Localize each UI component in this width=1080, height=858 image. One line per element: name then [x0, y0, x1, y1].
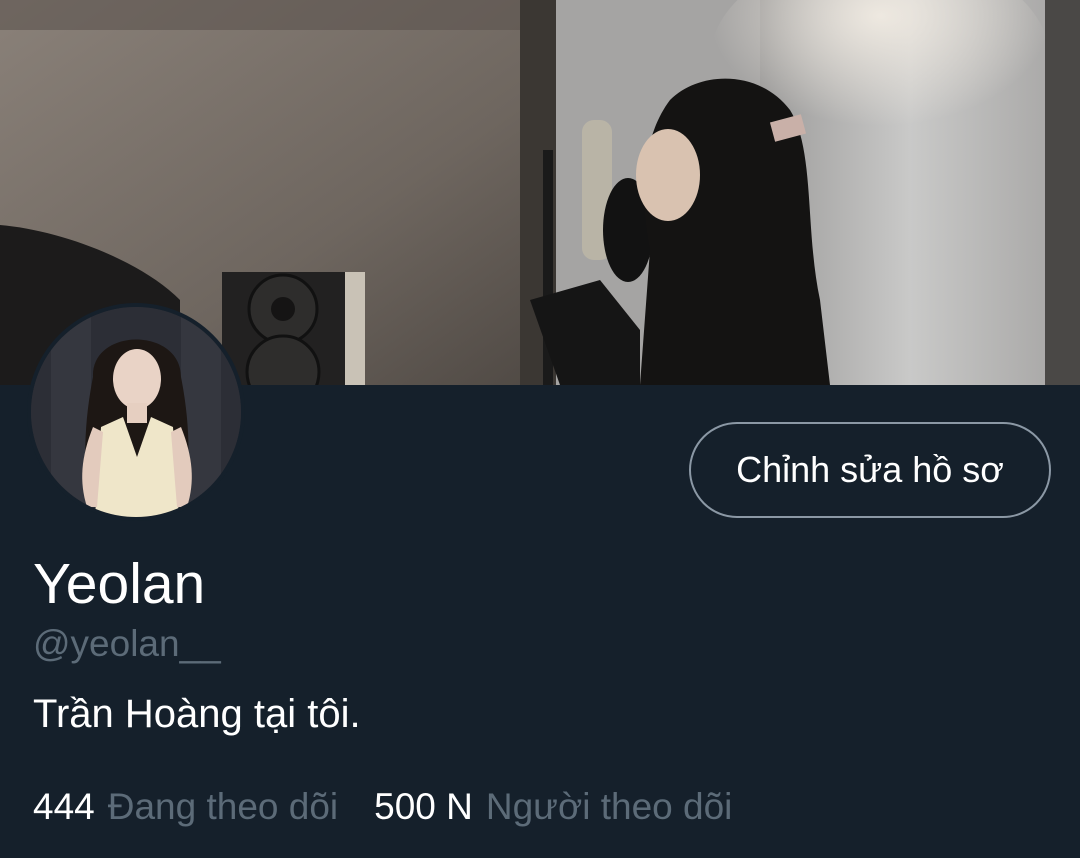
profile-display-name: Yeolan: [33, 552, 206, 616]
followers-label: Người theo dõi: [485, 786, 733, 827]
profile-page: Chỉnh sửa hồ sơ Yeolan @yeolan__ Trần Ho…: [0, 0, 1080, 858]
edit-profile-button[interactable]: Chỉnh sửa hồ sơ: [689, 422, 1051, 518]
following-count: 444: [33, 786, 95, 827]
following-stat-link[interactable]: 444 Đang theo dõi: [33, 783, 338, 831]
profile-avatar[interactable]: [27, 303, 245, 521]
profile-bio: Trần Hoàng tại tôi.: [33, 692, 361, 736]
profile-handle: @yeolan__: [33, 623, 221, 664]
followers-stat-link[interactable]: 500 N Người theo dõi: [374, 783, 732, 831]
profile-stats: 444 Đang theo dõi 500 N Người theo dõi: [33, 783, 732, 831]
followers-count: 500 N: [374, 786, 473, 827]
following-label: Đang theo dõi: [107, 786, 339, 827]
